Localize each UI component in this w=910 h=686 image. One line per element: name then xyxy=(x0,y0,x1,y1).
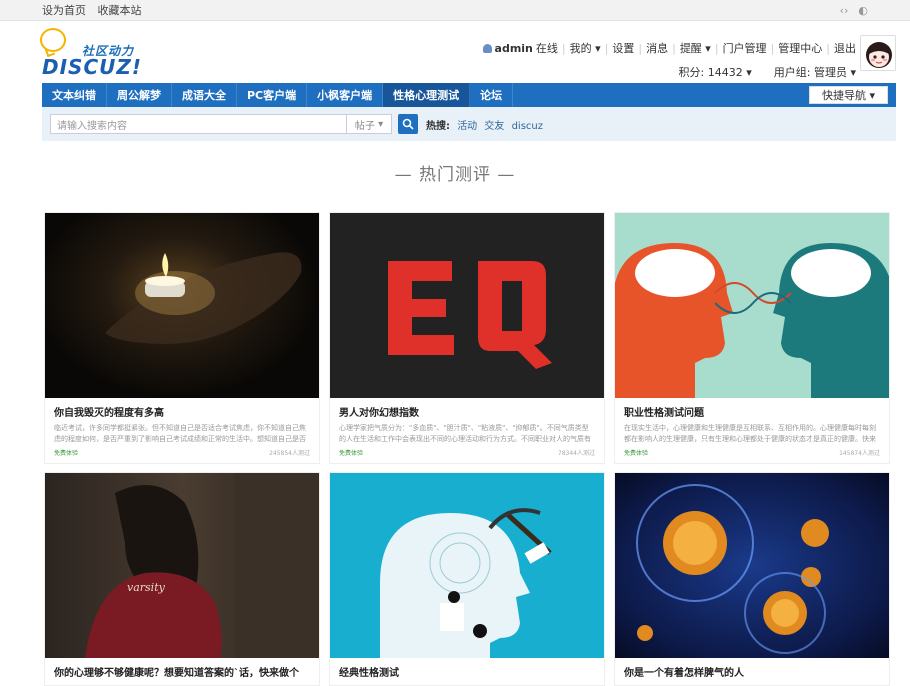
main-nav: 文本纠错 周公解梦 成语大全 PC客户端 小枫客户端 性格心理测试 论坛 快捷导… xyxy=(42,83,896,107)
test-card[interactable]: 经典性格测试 xyxy=(329,472,605,686)
card-desc: 心理学家把气质分为："多血质"、"胆汁质"、"粘液质"、"抑郁质"。不同气质类型… xyxy=(339,424,591,443)
user-bar: admin 在线 | 我的 ▾ | 设置 | 消息 | 提醒 ▾ | 门户管理 … xyxy=(482,40,856,80)
site-logo[interactable]: 社区动力 DISCUZ! xyxy=(40,28,142,79)
menu-my[interactable]: 我的 ▾ xyxy=(570,40,601,56)
test-card[interactable]: 职业性格测试问题 在现实生活中，心理健康和生理健康是互相联系、互相作用的。心理健… xyxy=(614,212,890,464)
card-title[interactable]: 职业性格测试问题 xyxy=(624,404,880,419)
free-badge: 免费体验 xyxy=(624,450,649,457)
card-image-eq[interactable] xyxy=(330,213,604,398)
card-title[interactable]: 你的心理够不够健康呢？想要知道答案的`话，快来做个 xyxy=(54,664,310,679)
menu-settings[interactable]: 设置 xyxy=(612,40,634,56)
top-icons: ‹› ◐ xyxy=(840,4,868,17)
section-title: — 热门测评 — xyxy=(394,165,516,185)
card-title[interactable]: 经典性格测试 xyxy=(339,664,595,679)
card-image-heads[interactable] xyxy=(615,213,889,398)
menu-messages[interactable]: 消息 xyxy=(646,40,668,56)
menu-admin-center[interactable]: 管理中心 xyxy=(778,40,822,56)
set-homepage-link[interactable]: 设为首页 xyxy=(42,4,86,17)
test-grid: 你自我毁灭的程度有多高 临近考试，许多同学都挺紧张。但不知道自己是否适合考试焦虑… xyxy=(44,212,890,686)
search-button[interactable] xyxy=(398,114,418,134)
top-links: 设为首页 收藏本站 xyxy=(42,2,150,18)
search-bar: 请输入搜索内容 帖子 ▾ 热搜: 活动 交友 discuz xyxy=(42,107,896,141)
hot-search: 热搜: 活动 交友 discuz xyxy=(426,117,543,132)
svg-text:varsity: varsity xyxy=(127,581,166,594)
search-input[interactable]: 请输入搜索内容 xyxy=(50,114,346,134)
nav-item-forum[interactable]: 论坛 xyxy=(470,83,514,107)
card-title[interactable]: 男人对你幻想指数 xyxy=(339,404,595,419)
card-image-cells[interactable] xyxy=(615,473,889,658)
logo-bubble-icon xyxy=(40,28,66,52)
nav-item-pc-client[interactable]: PC客户端 xyxy=(237,83,308,107)
nav-item-xiaofeng-client[interactable]: 小枫客户端 xyxy=(307,83,384,107)
search-type-select[interactable]: 帖子 ▾ xyxy=(346,114,392,134)
menu-notifications[interactable]: 提醒 ▾ xyxy=(680,40,711,56)
nav-item-personality-test[interactable]: 性格心理测试 xyxy=(383,83,471,107)
card-desc: 临近考试，许多同学都挺紧张。但不知道自己是否适合考试焦虑，你不知道自己焦虑的程度… xyxy=(54,424,306,443)
user-icon xyxy=(482,43,492,53)
points-dropdown[interactable]: 积分: 14432 ▾ xyxy=(679,64,752,80)
username-link[interactable]: admin xyxy=(495,42,533,55)
user-group-dropdown[interactable]: 用户组: 管理员 ▾ xyxy=(774,64,856,80)
free-badge: 免费体验 xyxy=(54,450,79,457)
hot-keyword[interactable]: 交友 xyxy=(484,121,504,132)
hot-keyword[interactable]: 活动 xyxy=(457,121,477,132)
card-image-candle[interactable] xyxy=(45,213,319,398)
card-image-girl[interactable]: varsity xyxy=(45,473,319,658)
bookmark-link[interactable]: 收藏本站 xyxy=(98,4,142,17)
test-card[interactable]: 男人对你幻想指数 心理学家把气质分为："多血质"、"胆汁质"、"粘液质"、"抑郁… xyxy=(329,212,605,464)
menu-portal-admin[interactable]: 门户管理 xyxy=(723,40,767,56)
test-card[interactable]: varsity 你的心理够不够健康呢？想要知道答案的`话，快来做个 xyxy=(44,472,320,686)
quick-nav-button[interactable]: 快捷导航 ▾ xyxy=(808,86,888,104)
header: 社区动力 DISCUZ! admin 在线 | 我的 ▾ | 设置 | 消息 |… xyxy=(0,21,910,83)
test-count: 145874人测过 xyxy=(839,450,880,457)
code-icon[interactable]: ‹› xyxy=(840,4,849,17)
search-icon xyxy=(402,118,414,130)
nav-item-dream[interactable]: 周公解梦 xyxy=(107,83,172,107)
nav-item-text-correction[interactable]: 文本纠错 xyxy=(42,83,107,107)
card-title[interactable]: 你自我毁灭的程度有多高 xyxy=(54,404,310,419)
free-badge: 免费体验 xyxy=(339,450,364,457)
card-desc: 在现实生活中，心理健康和生理健康是互相联系、互相作用的。心理健康每时每刻都在影响… xyxy=(624,424,876,443)
test-count: 78344人测过 xyxy=(557,450,595,457)
logo-text-en: DISCUZ! xyxy=(42,55,142,79)
nav-item-idioms[interactable]: 成语大全 xyxy=(172,83,237,107)
top-bar: 设为首页 收藏本站 ‹› ◐ xyxy=(0,0,910,21)
hot-keyword[interactable]: discuz xyxy=(512,121,543,132)
palette-icon[interactable]: ◐ xyxy=(858,4,868,17)
test-count: 245854人测过 xyxy=(269,450,310,457)
test-card[interactable]: 你自我毁灭的程度有多高 临近考试，许多同学都挺紧张。但不知道自己是否适合考试焦虑… xyxy=(44,212,320,464)
avatar[interactable] xyxy=(860,35,896,71)
hot-search-label: 热搜: xyxy=(426,120,450,132)
card-image-pickaxe[interactable] xyxy=(330,473,604,658)
card-title[interactable]: 你是一个有着怎样脾气的人 xyxy=(624,664,880,679)
test-card[interactable]: 你是一个有着怎样脾气的人 xyxy=(614,472,890,686)
online-status: 在线 xyxy=(535,42,558,55)
menu-logout[interactable]: 退出 xyxy=(834,40,856,56)
